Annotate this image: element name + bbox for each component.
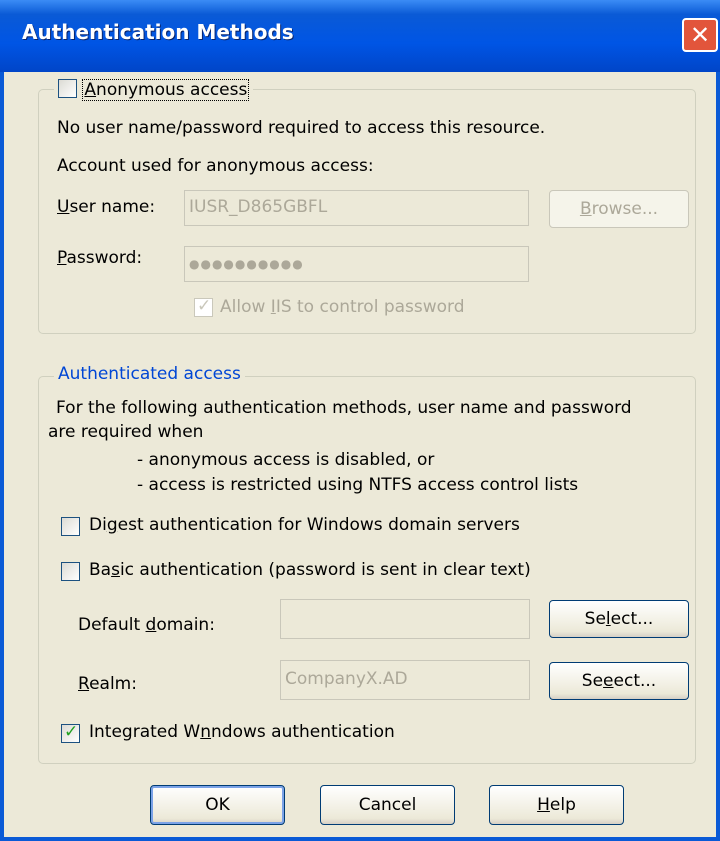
allow-iis-label-post: IS to control password [275,297,465,317]
digest-label-pre: Di [89,515,107,535]
authenticated-description-line2: are required when [48,422,204,442]
basic-label-pre: Ba [89,560,112,580]
user-name-label-rest: ser name: [69,197,156,217]
help-label: Help [537,795,576,815]
select-realm-label-pre: Se [581,671,604,691]
dialog-window: Authentication Methods ✕ Anonymous acces… [0,0,720,841]
integrated-windows-checkbox[interactable] [61,722,80,743]
realm-field[interactable]: CompanyX.AD [280,660,530,700]
browse-label: Browse... [579,199,659,219]
user-name-value: IUSR_D865GBFL [189,197,328,217]
ok-label: OK [205,795,230,815]
password-value: ●●●●●●●●●● [189,257,304,271]
dialog-body: Anonymous access No user name/password r… [4,72,716,837]
select-realm-label-post: ect... [613,671,657,691]
anonymous-access-label-text: nonymous access [96,80,248,100]
authenticated-access-legend: Authenticated access [54,364,245,384]
select-label-post: ect... [610,609,654,629]
authenticated-bullet-2: - access is restricted using NTFS access… [137,475,579,495]
anonymous-access-legend[interactable]: Anonymous access [54,79,254,101]
basic-label: Basic authentication (password is sent i… [89,560,531,580]
allow-iis-checkbox[interactable] [194,296,213,317]
allow-iis-label: Allow IIS to control password [220,297,465,317]
cancel-button[interactable]: Cancel [320,785,455,825]
select-default-domain-label: Select... [584,609,654,629]
authenticated-bullet-1: - anonymous access is disabled, or [137,450,435,470]
user-name-field[interactable]: IUSR_D865GBFL [184,190,529,226]
default-domain-label: Default domain: [78,615,215,635]
account-label: Account used for anonymous access: [57,156,374,176]
digest-label: Digest authentication for Windows domain… [89,515,520,535]
password-field[interactable]: ●●●●●●●●●● [184,246,529,282]
help-label-rest: elp [549,795,576,815]
integrated-label-pre: Integrated W [89,722,201,742]
close-button[interactable]: ✕ [682,18,718,52]
help-button[interactable]: Help [489,785,624,825]
window-title: Authentication Methods [22,20,294,44]
digest-label-post: est authentication for Windows domain se… [117,515,520,535]
basic-checkbox[interactable] [61,562,80,581]
select-label-pre: Se [584,609,606,629]
default-domain-label-post: omain: [156,615,215,635]
allow-iis-label-pre: Allow [220,297,271,317]
anonymous-access-checkbox[interactable] [58,79,77,98]
realm-value: CompanyX.AD [285,669,408,689]
password-label: Password: [57,248,143,268]
cancel-label: Cancel [358,795,417,815]
ok-button[interactable]: OK [150,785,285,825]
password-label-rest: assword: [66,248,143,268]
default-domain-field[interactable] [280,599,530,639]
anonymous-access-label: Anonymous access [82,79,250,101]
title-bar[interactable]: Authentication Methods ✕ [0,0,720,72]
realm-label: Realm: [78,674,137,694]
realm-label-rest: ealm: [89,674,137,694]
browse-button[interactable]: Browse... [549,190,689,228]
integrated-windows-label: Integrated Wnndows authentication [89,722,395,742]
browse-label-rest: rowse... [591,199,659,219]
select-default-domain-button[interactable]: Select... [549,600,689,638]
close-icon: ✕ [689,21,711,49]
authenticated-description-line1: For the following authentication methods… [56,398,632,418]
user-name-label: User name: [57,197,156,217]
default-domain-label-pre: Default [78,615,146,635]
integrated-label-post: ndows authentication [211,722,395,742]
basic-label-post: ic authentication (password is sent in c… [119,560,531,580]
digest-checkbox[interactable] [61,517,80,536]
anonymous-description: No user name/password required to access… [57,118,546,138]
select-realm-label: Seeect... [581,671,657,691]
select-realm-button[interactable]: Seeect... [549,662,689,700]
